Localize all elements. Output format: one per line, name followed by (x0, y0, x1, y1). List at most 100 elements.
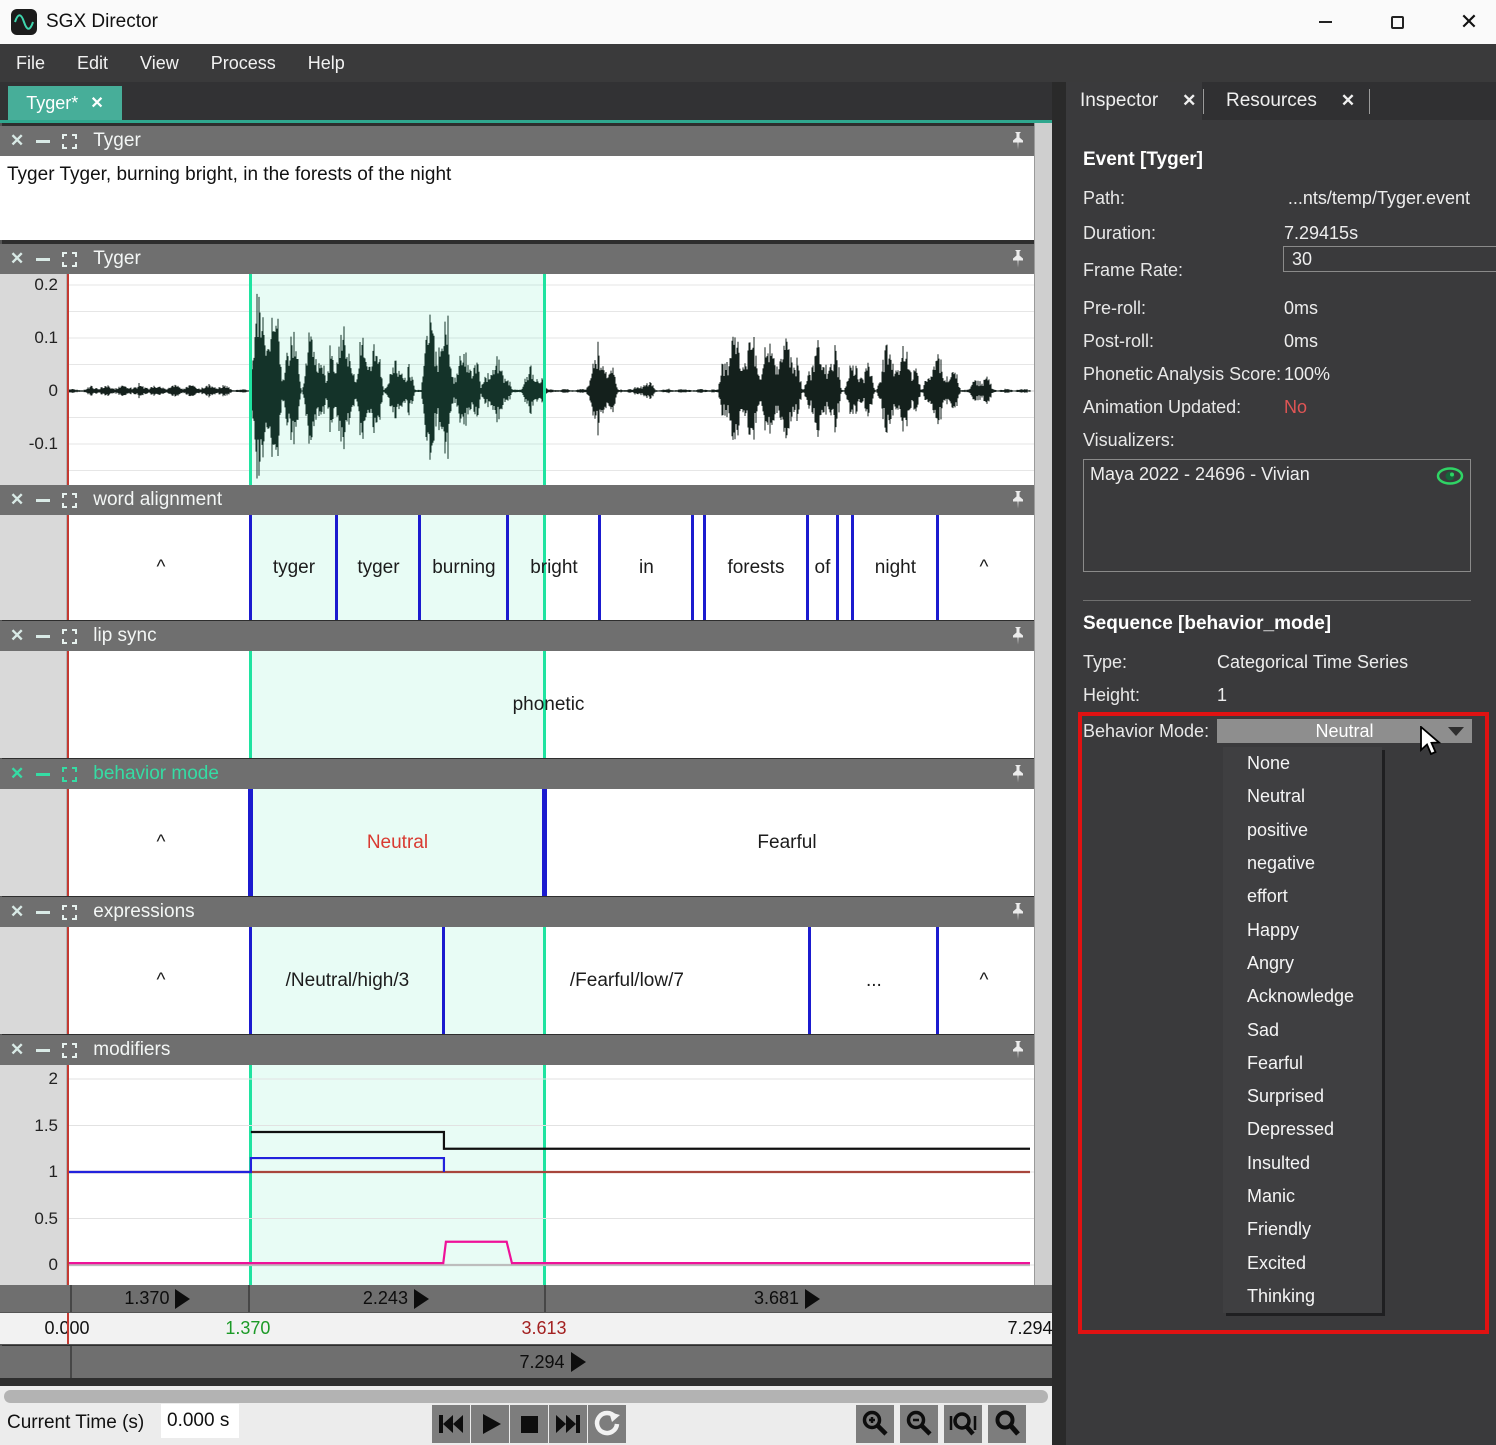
tab-close-icon[interactable]: ✕ (90, 93, 103, 113)
playhead-line[interactable] (67, 1065, 69, 1285)
segment-boundary[interactable] (836, 515, 839, 620)
expand-panel-icon[interactable] (62, 1043, 77, 1058)
time-ruler[interactable]: 0.0001.3703.6137.294 (0, 1312, 1052, 1345)
segment-duration-bar[interactable]: 1.3702.2433.681 (0, 1285, 1052, 1312)
pin-icon[interactable] (1010, 1040, 1026, 1065)
pin-icon[interactable] (1010, 902, 1026, 927)
segment-boundary[interactable] (691, 515, 694, 620)
maximize-button[interactable] (1384, 9, 1410, 35)
visualizer-item[interactable]: Maya 2022 - 24696 - Vivian (1090, 464, 1310, 485)
option-thinking[interactable]: Thinking (1223, 1280, 1382, 1313)
option-surprised[interactable]: Surprised (1223, 1080, 1382, 1113)
option-effort[interactable]: effort (1223, 880, 1382, 913)
tab-inspector-close-icon[interactable]: ✕ (1182, 91, 1196, 111)
collapse-panel-icon[interactable] (36, 258, 50, 261)
option-friendly[interactable]: Friendly (1223, 1213, 1382, 1246)
option-negative[interactable]: negative (1223, 847, 1382, 880)
timeline-segment[interactable]: 1.370 (67, 1285, 248, 1312)
menu-file[interactable]: File (0, 44, 61, 82)
pin-icon[interactable] (1010, 490, 1026, 515)
collapse-panel-icon[interactable] (36, 140, 50, 143)
panel-content-behavior-mode[interactable]: ^NeutralFearful (0, 789, 1034, 896)
close-panel-icon[interactable]: ✕ (10, 626, 24, 646)
modifiers-plot[interactable] (0, 1065, 1034, 1285)
panel-content-modifiers[interactable]: 21.510.50 (0, 1065, 1034, 1285)
expand-panel-icon[interactable] (62, 252, 77, 267)
panel-content-transcript[interactable]: Tyger Tyger, burning bright, in the fore… (0, 156, 1034, 240)
playhead-line[interactable] (67, 927, 69, 1034)
play-button[interactable] (471, 1405, 509, 1443)
selection-end-line[interactable] (543, 274, 546, 485)
menu-process[interactable]: Process (195, 44, 292, 82)
expand-panel-icon[interactable] (62, 134, 77, 149)
option-acknowledge[interactable]: Acknowledge (1223, 980, 1382, 1013)
collapse-panel-icon[interactable] (36, 773, 50, 776)
pin-icon[interactable] (1010, 626, 1026, 651)
play-all-icon[interactable] (571, 1352, 586, 1372)
playhead-line[interactable] (67, 274, 69, 485)
panel-content-waveform[interactable]: 0.20.10-0.1 (0, 274, 1034, 485)
zoom-in-button[interactable] (856, 1405, 894, 1443)
collapse-panel-icon[interactable] (36, 635, 50, 638)
collapse-panel-icon[interactable] (36, 499, 50, 502)
option-positive[interactable]: positive (1223, 814, 1382, 847)
vertical-scrollbar[interactable] (1034, 123, 1052, 1285)
zoom-select-button[interactable] (988, 1405, 1026, 1443)
option-happy[interactable]: Happy (1223, 913, 1382, 946)
close-panel-icon[interactable]: ✕ (10, 902, 24, 922)
close-button[interactable]: ✕ (1456, 9, 1482, 35)
selection-start-line[interactable] (249, 274, 252, 485)
skip-to-end-button[interactable] (549, 1405, 587, 1443)
expand-panel-icon[interactable] (62, 629, 77, 644)
option-depressed[interactable]: Depressed (1223, 1113, 1382, 1146)
panel-content-lip-sync[interactable]: phonetic (0, 651, 1034, 758)
close-panel-icon[interactable]: ✕ (10, 1040, 24, 1060)
zoom-out-button[interactable] (900, 1405, 938, 1443)
framerate-input[interactable]: 30 (1283, 246, 1496, 272)
full-range-segment[interactable]: 7.294 (71, 1346, 1034, 1378)
expand-panel-icon[interactable] (62, 767, 77, 782)
play-segment-icon[interactable] (805, 1289, 820, 1309)
zoom-fit-button[interactable] (944, 1405, 982, 1443)
tab-resources[interactable]: Resources ✕ (1212, 82, 1368, 120)
panel-content-word-alignment[interactable]: ^tygertygerburningbrightinforestsofnight… (0, 515, 1034, 620)
tab-tyger[interactable]: Tyger* ✕ (8, 86, 122, 120)
minimize-button[interactable] (1312, 9, 1338, 35)
close-panel-icon[interactable]: ✕ (10, 764, 24, 784)
pin-icon[interactable] (1010, 249, 1026, 274)
timeline-segment[interactable]: 2.243 (248, 1285, 544, 1312)
option-manic[interactable]: Manic (1223, 1180, 1382, 1213)
horizontal-scrollbar[interactable] (4, 1390, 1048, 1403)
visibility-eye-icon[interactable] (1436, 466, 1464, 486)
menu-help[interactable]: Help (292, 44, 361, 82)
option-excited[interactable]: Excited (1223, 1246, 1382, 1279)
play-segment-icon[interactable] (175, 1289, 190, 1309)
visualizers-list[interactable]: Maya 2022 - 24696 - Vivian (1083, 459, 1471, 572)
menu-view[interactable]: View (124, 44, 195, 82)
option-neutral[interactable]: Neutral (1223, 780, 1382, 813)
option-sad[interactable]: Sad (1223, 1013, 1382, 1046)
playhead-line[interactable] (67, 789, 69, 896)
expand-panel-icon[interactable] (62, 905, 77, 920)
pin-icon[interactable] (1010, 764, 1026, 789)
panel-content-expressions[interactable]: ^/Neutral/high/3/Fearful/low/7...^ (0, 927, 1034, 1034)
close-panel-icon[interactable]: ✕ (10, 249, 24, 269)
close-panel-icon[interactable]: ✕ (10, 131, 24, 151)
panel-splitter[interactable] (1052, 82, 1066, 1445)
tab-resources-close-icon[interactable]: ✕ (1341, 91, 1355, 111)
timeline-segment[interactable]: 3.681 (544, 1285, 1030, 1312)
playhead-line[interactable] (67, 515, 69, 620)
skip-to-start-button[interactable] (432, 1405, 470, 1443)
option-insulted[interactable]: Insulted (1223, 1147, 1382, 1180)
stop-button[interactable] (510, 1405, 548, 1443)
full-duration-bar[interactable]: 7.294 (0, 1346, 1052, 1378)
option-fearful[interactable]: Fearful (1223, 1047, 1382, 1080)
option-angry[interactable]: Angry (1223, 947, 1382, 980)
selection-region[interactable] (251, 274, 544, 485)
option-none[interactable]: None (1223, 747, 1382, 780)
collapse-panel-icon[interactable] (36, 911, 50, 914)
expand-panel-icon[interactable] (62, 493, 77, 508)
tab-inspector[interactable]: Inspector ✕ (1066, 82, 1202, 120)
loop-button[interactable] (588, 1405, 626, 1443)
collapse-panel-icon[interactable] (36, 1049, 50, 1052)
